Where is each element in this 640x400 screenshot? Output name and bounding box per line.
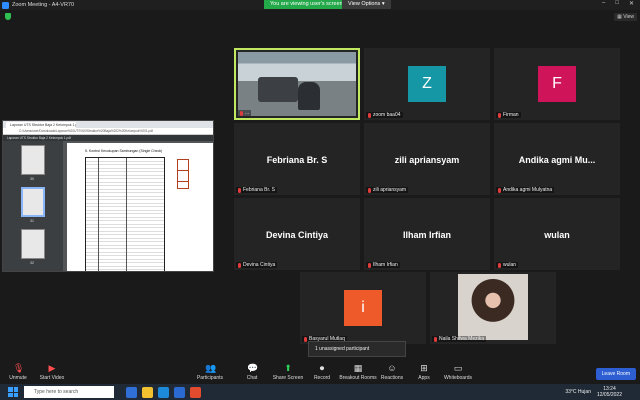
participant-tile[interactable]: zili apriansyam zili apriansyam — [364, 123, 490, 195]
clock[interactable]: 13:24 12/05/2022 — [597, 386, 622, 398]
participant-tile[interactable]: Febriana Br. S Febriana Br. S — [234, 123, 360, 195]
page-heading: 5. Kontrol Kecukupan Sambungan (Single C… — [85, 149, 163, 153]
thumbnail-number: 31 — [30, 219, 34, 223]
reactions-icon: ☺ — [387, 363, 397, 373]
participant-tile-video[interactable]: ... — [234, 48, 360, 120]
edge-icon[interactable] — [158, 386, 169, 398]
address-bar[interactable]: C:/Users/user/Downloads/Laporan%20UTS%20… — [3, 128, 213, 135]
participant-tile[interactable]: i Basyarul Mutlaq — [300, 272, 426, 344]
participant-name: wulan — [544, 230, 570, 240]
camera-off-icon: ▶ — [48, 363, 56, 373]
shared-screen: Laporan UTS Struktur Baja 2 Kelompok 1 p… — [2, 120, 214, 272]
avatar: Z — [408, 66, 446, 102]
pdf-thumbnails: 30 31 32 — [3, 141, 63, 271]
windows-start-icon[interactable] — [8, 387, 18, 397]
zoom-taskbar-icon[interactable] — [174, 386, 185, 398]
taskbar-apps — [126, 386, 201, 398]
breakout-rooms-icon: ▦ — [353, 363, 363, 373]
participant-label: Febriana Br. S — [236, 187, 277, 193]
pdf-page: 5. Kontrol Kecukupan Sambungan (Single C… — [67, 143, 213, 271]
close-icon[interactable]: ✕ — [629, 0, 634, 10]
thumbnail-number: 32 — [30, 261, 34, 265]
page-thumbnail[interactable] — [21, 229, 45, 259]
mic-off-icon — [498, 187, 501, 193]
pdf-diagram — [177, 159, 189, 189]
participant-label: Andika agmi Mulyatna — [496, 187, 555, 193]
participant-tile[interactable]: Andika agmi Mu... Andika agmi Mulyatna — [494, 123, 620, 195]
file-explorer-icon[interactable] — [142, 386, 153, 398]
chat-icon: 💬 — [247, 363, 259, 373]
apps-icon: ⊞ — [420, 363, 428, 373]
avatar: F — [538, 66, 576, 102]
view-options-button[interactable]: View Options ▾ — [342, 0, 391, 9]
participant-label: zili apriansyam — [366, 187, 409, 193]
mic-off-icon — [368, 112, 371, 118]
participants-icon: 👥 — [205, 363, 217, 373]
maximize-icon[interactable]: □ — [615, 0, 619, 10]
mic-off-icon — [304, 336, 307, 342]
participant-label: zoom baa04 — [366, 112, 403, 118]
mic-off-icon — [238, 262, 241, 268]
pdf-table — [85, 157, 165, 271]
date: 12/05/2022 — [596, 392, 622, 398]
mic-off-icon — [368, 262, 371, 268]
participant-label: wulan — [496, 262, 519, 268]
mic-off-icon — [368, 187, 371, 193]
participant-tile[interactable]: Ilham Irfian Ilham Irfian — [364, 198, 490, 270]
weather-status[interactable]: 33°C Hujan — [565, 389, 591, 395]
participant-tile[interactable]: F Firman — [494, 48, 620, 120]
mic-off-icon — [238, 187, 241, 193]
windows-taskbar: Type here to search 33°C Hujan 13:24 12/… — [0, 384, 640, 400]
participants-button[interactable]: 👥 Participants — [188, 363, 232, 382]
window-title: Zoom Meeting - A4-VR70 — [12, 2, 75, 8]
participant-photo — [458, 274, 528, 340]
page-thumbnail[interactable] — [21, 187, 45, 217]
participant-name: Ilham Irfian — [402, 230, 451, 240]
view-button[interactable]: ▦ View — [614, 13, 637, 21]
participant-tile-video[interactable]: Naila Shifwa Mezika — [430, 272, 556, 344]
security-shield-icon[interactable] — [5, 13, 11, 20]
chrome-icon[interactable] — [190, 386, 201, 398]
participant-label: Devina Cintiya — [236, 262, 278, 268]
viewing-screen-banner: You are viewing user's screen — [264, 0, 349, 9]
mic-off-icon — [240, 110, 243, 116]
record-icon: ⏺ — [319, 363, 325, 373]
browser-tab[interactable]: Laporan UTS Struktur Baja 2 Kelompok 1 p… — [6, 121, 76, 128]
participant-label: Naila Shifwa Mezika — [432, 336, 487, 342]
meeting-toolbar: 🎙 Unmute ▶ Start Video 👥 Participants 💬 Chat… — [0, 362, 640, 384]
microphone-off-icon: 🎙 — [13, 363, 25, 373]
mic-off-icon — [434, 336, 437, 342]
unassigned-participant-popup[interactable]: 1 unassigned participant — [308, 341, 406, 357]
participant-tile[interactable]: Z zoom baa04 — [364, 48, 490, 120]
minimize-icon[interactable]: – — [602, 0, 605, 10]
whiteboards-button[interactable]: ▭ Whiteboards — [436, 363, 480, 382]
taskbar-search-input[interactable]: Type here to search — [24, 386, 114, 398]
mic-off-icon — [498, 262, 501, 268]
participant-label: ... — [238, 110, 252, 116]
window-controls: – □ ✕ — [602, 0, 638, 10]
leave-room-button[interactable]: Leave Room — [595, 368, 636, 380]
avatar: i — [344, 290, 382, 326]
participant-name: zili apriansyam — [394, 155, 460, 165]
participant-video — [238, 52, 356, 116]
participant-name: Febriana Br. S — [266, 155, 328, 165]
task-view-icon[interactable] — [126, 386, 137, 398]
start-video-button[interactable]: ▶ Start Video — [30, 363, 74, 382]
participant-tile[interactable]: wulan wulan — [494, 198, 620, 270]
participant-name: Andika agmi Mu... — [518, 155, 596, 165]
participant-tile[interactable]: Devina Cintiya Devina Cintiya — [234, 198, 360, 270]
system-tray: 33°C Hujan 13:24 12/05/2022 — [565, 386, 622, 398]
participant-label: Ilham Irfian — [366, 262, 400, 268]
whiteboard-icon: ▭ — [453, 363, 463, 373]
page-thumbnail[interactable] — [21, 145, 45, 175]
pdf-viewer: 30 31 32 5. Kontrol Kecukupan Sambungan … — [3, 141, 213, 271]
thumbnail-number: 30 — [30, 177, 34, 181]
browser-tab-bar: Laporan UTS Struktur Baja 2 Kelompok 1 p… — [3, 121, 213, 128]
zoom-app-icon — [2, 1, 9, 9]
participant-label: Firman — [496, 112, 521, 118]
share-screen-icon: ⬆ — [284, 363, 292, 373]
mic-off-icon — [498, 112, 501, 118]
participant-name: Devina Cintiya — [265, 230, 329, 240]
